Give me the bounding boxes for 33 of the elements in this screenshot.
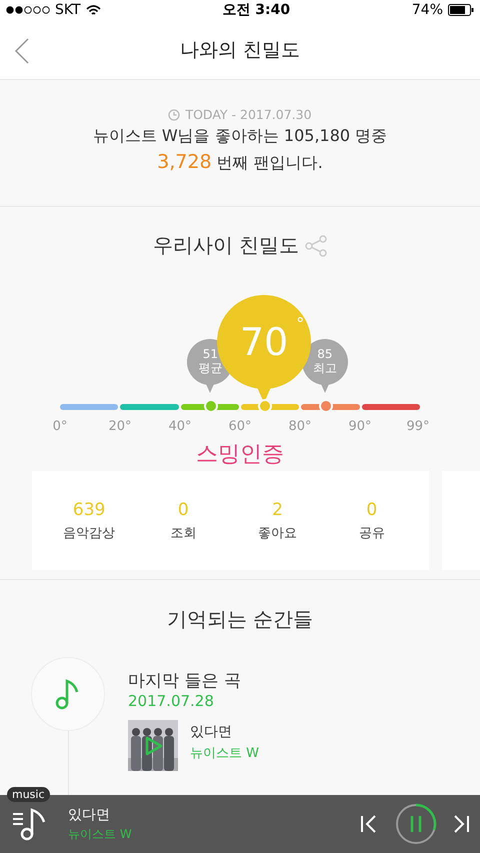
section-title: 기억되는 순간들 — [166, 606, 314, 633]
clock-time: 오전 3:40 — [222, 1, 290, 19]
stat-value: 0 — [366, 500, 378, 520]
today-date: TODAY - 2017.07.30 — [185, 107, 312, 122]
moment-date: 2017.07.28 — [128, 692, 215, 710]
tick-label: 0° — [52, 419, 68, 434]
now-playing-artist: 뉴이스트 W — [68, 826, 133, 842]
section-title: 우리사이 친밀도 — [152, 232, 300, 259]
stat-label: 공유 — [358, 524, 385, 542]
tick-label: 99° — [406, 419, 430, 434]
stat-value: 2 — [272, 500, 283, 520]
now-playing-title: 있다면 — [68, 806, 111, 824]
music-badge: music — [7, 787, 50, 802]
fan-count-text: 뉴이스트 W님을 좋아하는 105,180 명중 — [92, 126, 388, 147]
song-title: 있다면 — [190, 723, 233, 741]
tick-label: 40° — [168, 419, 192, 434]
stamp-text: 스밍인증 — [196, 442, 284, 467]
stat-label: 조회 — [170, 524, 196, 542]
page-title: 나와의 친밀도 — [180, 38, 300, 62]
stat-value: 639 — [72, 500, 106, 520]
artist-name: 뉴이스트 W — [190, 745, 259, 762]
tick-label: 80° — [288, 419, 312, 434]
average-bubble: 85 최고 — [302, 339, 348, 385]
carrier-name: SKT — [55, 2, 81, 18]
fan-rank-text: 3,728 번째 팬입니다. — [157, 151, 323, 174]
stat-label: 음악감상 — [63, 524, 116, 542]
tick-label: 60° — [228, 419, 252, 434]
tick-label: 90° — [348, 419, 372, 434]
stat-label: 좋아요 — [258, 524, 298, 542]
tick-label: 20° — [108, 419, 132, 434]
battery-percent: 74% — [412, 2, 443, 18]
moment-title: 마지막 들은 곡 — [128, 670, 242, 692]
stat-value: 0 — [178, 500, 189, 520]
